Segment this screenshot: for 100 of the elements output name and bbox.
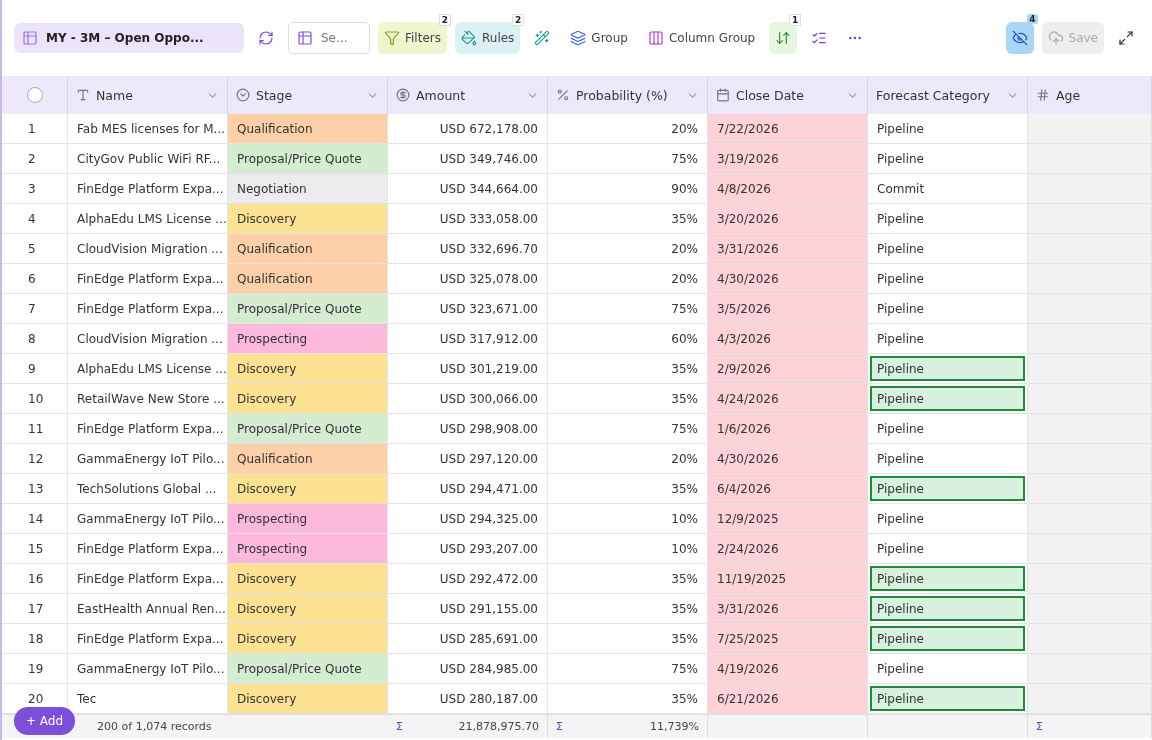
table-icon [22,30,38,46]
stage-cell: Discovery [228,594,388,624]
expand-icon [1118,30,1134,46]
date-cell: 4/19/2026 [708,654,868,684]
table-cell: USD 672,178.00 [388,114,548,144]
row-number: 1 [2,114,68,144]
table-cell: 35% [548,564,708,594]
table-cell: 35% [548,474,708,504]
row-number: 19 [2,654,68,684]
column-header[interactable]: Probability (%) [548,76,708,114]
forecast-cell: Pipeline [868,474,1028,504]
row-number: 6 [2,264,68,294]
stage-cell: Qualification [228,444,388,474]
date-cell: 1/6/2026 [708,414,868,444]
sum-value: 21,878,975.70 [458,720,539,733]
table-cell: 20% [548,234,708,264]
row-number: 13 [2,474,68,504]
sum-icon: Σ [396,720,403,733]
column-header[interactable]: Amount [388,76,548,114]
filters-button[interactable]: Filters [378,22,447,54]
table-cell: 75% [548,294,708,324]
select-all-checkbox[interactable] [26,87,43,103]
paint-bucket-icon [461,30,477,46]
table-cell: GammaEnergy IoT Pilo... [68,504,228,534]
table-cell: USD 292,472.00 [388,564,548,594]
list-icon [811,30,828,46]
count-badge: 2 [438,14,451,26]
date-cell: 4/8/2026 [708,174,868,204]
forecast-cell: Pipeline [868,204,1028,234]
hidden-fields-button[interactable] [1005,22,1034,54]
table-cell: FinEdge Platform Expa... [68,264,228,294]
table-cell: 75% [548,414,708,444]
table-cell: 35% [548,204,708,234]
dropdown-circle-icon [236,88,250,102]
dollar-circle-icon [396,88,410,102]
table-cell: USD 291,155.00 [388,594,548,624]
table-cell: USD 294,471.00 [388,474,548,504]
column-header[interactable]: Stage [228,76,388,114]
table-cell: 10% [548,504,708,534]
add-button[interactable]: + Add [14,706,76,735]
table-cell: 20% [548,114,708,144]
forecast-cell: Pipeline [868,504,1028,534]
row-number: 17 [2,594,68,624]
row-number: 16 [2,564,68,594]
date-cell: 3/20/2026 [708,204,868,234]
forecast-cell: Pipeline [868,294,1028,324]
table-cell: GammaEnergy IoT Pilo... [68,444,228,474]
table-cell: USD 323,671.00 [388,294,548,324]
group-button[interactable]: Group [564,22,634,54]
table-cell: 75% [548,654,708,684]
view-selector[interactable]: MY - 3M – Open Oppo... [14,23,244,53]
cloud-upload-icon [1047,30,1064,46]
forecast-cell: Pipeline [868,684,1028,714]
row-number: 15 [2,534,68,564]
row-number: 9 [2,354,68,384]
date-cell: 6/4/2026 [708,474,868,504]
table-cell: EastHealth Annual Ren... [68,594,228,624]
date-cell: 7/22/2026 [708,114,868,144]
search-field[interactable]: Se... [288,22,370,54]
sum-icon: Σ [556,720,563,733]
row-number: 12 [2,444,68,474]
date-cell: 11/19/2025 [708,564,868,594]
column-header[interactable]: Forecast Category [868,76,1028,114]
column-header[interactable]: Age [1028,76,1152,114]
column-header[interactable]: Close Date [708,76,868,114]
sort-button[interactable] [769,22,798,54]
stage-cell: Discovery [228,564,388,594]
column-header[interactable]: Name [68,76,228,114]
forecast-cell: Pipeline [868,624,1028,654]
table-cell: AlphaEdu LMS License ... [68,354,228,384]
table-cell: USD 332,696.70 [388,234,548,264]
date-cell: 12/9/2025 [708,504,868,534]
rules-button[interactable]: Rules [455,22,521,54]
forecast-cell: Pipeline [868,354,1028,384]
stage-cell: Discovery [228,204,388,234]
stage-cell: Prospecting [228,534,388,564]
eye-off-icon [1011,30,1028,46]
table-cell: USD 298,908.00 [388,414,548,444]
sum-value: 11,739% [650,720,699,733]
column-group-button[interactable]: Column Group [641,22,762,54]
forecast-cell: Pipeline [868,444,1028,474]
hash-icon [1036,88,1050,102]
table-cell: AlphaEdu LMS License ... [68,204,228,234]
table-cell: Fab MES licenses for M... [68,114,228,144]
table-cell: 90% [548,174,708,204]
stage-cell: Discovery [228,354,388,384]
forecast-cell: Pipeline [868,534,1028,564]
stage-cell: Discovery [228,624,388,654]
date-cell: 3/19/2026 [708,144,868,174]
date-cell: 2/9/2026 [708,354,868,384]
table-cell: GammaEnergy IoT Pilo... [68,654,228,684]
refresh-icon [258,30,274,46]
table-cell: TechSolutions Global ... [68,474,228,504]
table-cell: 60% [548,324,708,354]
stage-cell: Qualification [228,114,388,144]
layers-icon [570,30,587,46]
table-cell: 35% [548,594,708,624]
magic-wand-icon [534,30,551,46]
row-number: 8 [2,324,68,354]
row-number: 18 [2,624,68,654]
